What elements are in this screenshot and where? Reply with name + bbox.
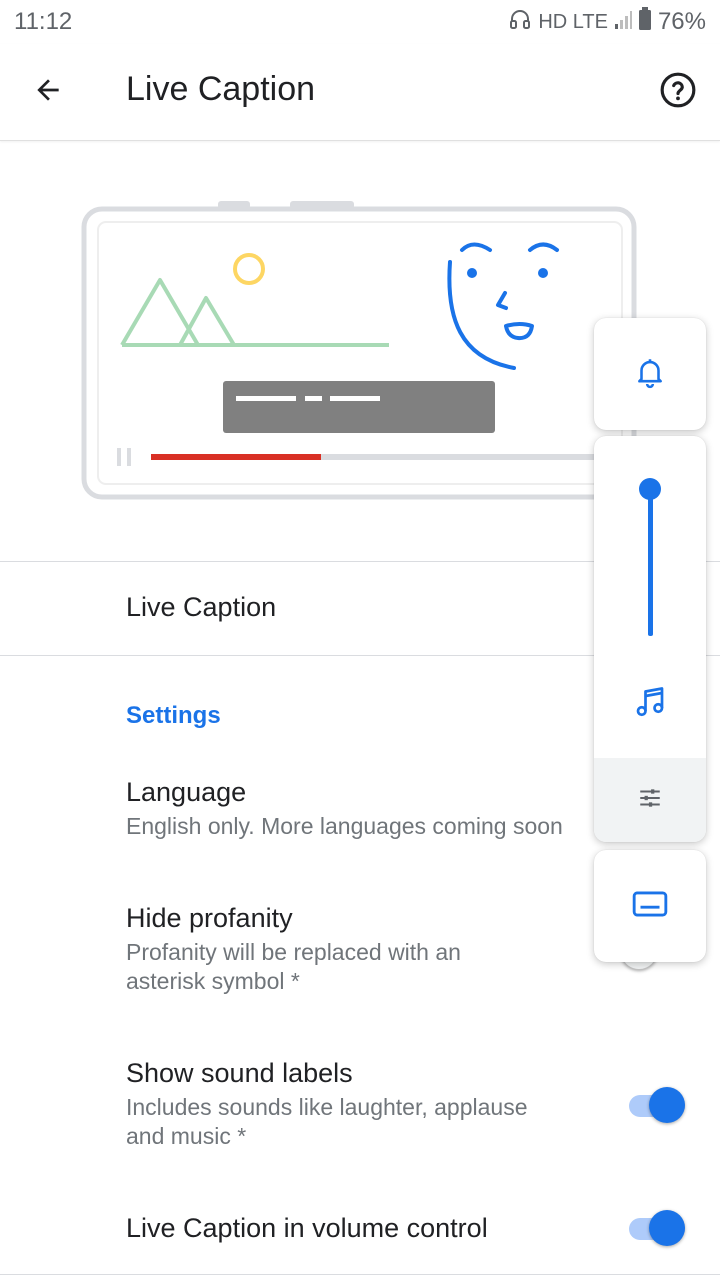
bell-icon bbox=[633, 355, 667, 394]
status-icons: HD LTE 76% bbox=[508, 7, 706, 37]
volume-control-title: Live Caption in volume control bbox=[126, 1213, 488, 1243]
language-summary: English only. More languages coming soon bbox=[126, 813, 563, 839]
language-preference[interactable]: Language English only. More languages co… bbox=[126, 776, 606, 841]
back-button[interactable] bbox=[22, 66, 74, 118]
battery-icon bbox=[638, 7, 652, 37]
sliders-icon bbox=[637, 785, 663, 816]
headphones-icon bbox=[508, 7, 532, 37]
volume-slider-thumb[interactable] bbox=[639, 478, 661, 500]
arrow-back-icon bbox=[32, 74, 64, 111]
media-volume-button[interactable] bbox=[594, 672, 706, 736]
live-caption-main-label: Live Caption bbox=[126, 592, 277, 622]
hide-profanity-summary: Profanity will be replaced with an aster… bbox=[126, 939, 461, 994]
settings-section-header: Settings bbox=[126, 702, 221, 729]
music-note-icon bbox=[632, 684, 668, 725]
sound-labels-summary: Includes sounds like laughter, applause … bbox=[126, 1094, 528, 1149]
help-circle-icon bbox=[659, 71, 697, 114]
volume-slider-track[interactable] bbox=[648, 488, 653, 636]
volume-settings-strip[interactable] bbox=[594, 758, 706, 842]
status-bar: 11:12 HD LTE 76% bbox=[0, 0, 720, 44]
signal-icon bbox=[614, 8, 632, 36]
toggle-thumb bbox=[649, 1210, 685, 1246]
toggle-thumb bbox=[649, 1087, 685, 1123]
volume-control-toggle[interactable] bbox=[627, 1208, 691, 1248]
language-title: Language bbox=[126, 777, 247, 807]
ringer-mode-button[interactable] bbox=[594, 318, 706, 430]
sound-labels-toggle[interactable] bbox=[627, 1085, 691, 1125]
captions-icon bbox=[631, 885, 669, 928]
sound-labels-preference[interactable]: Show sound labels Includes sounds like l… bbox=[126, 1057, 606, 1151]
divider bbox=[0, 1274, 720, 1275]
live-caption-panel bbox=[594, 850, 706, 962]
live-caption-quick-button[interactable] bbox=[594, 850, 706, 962]
hide-profanity-title: Hide profanity bbox=[126, 903, 293, 933]
page-title: Live Caption bbox=[126, 70, 316, 108]
volume-slider-panel bbox=[594, 436, 706, 842]
hide-profanity-preference[interactable]: Hide profanity Profanity will be replace… bbox=[126, 902, 606, 996]
network-label: HD LTE bbox=[538, 10, 608, 33]
volume-settings-button[interactable] bbox=[594, 758, 706, 842]
status-time: 11:12 bbox=[14, 8, 73, 35]
volume-control-preference[interactable]: Live Caption in volume control bbox=[126, 1212, 606, 1244]
help-button[interactable] bbox=[652, 66, 704, 118]
sound-labels-title: Show sound labels bbox=[126, 1058, 353, 1088]
app-bar: Live Caption bbox=[0, 44, 720, 141]
live-caption-illustration bbox=[80, 198, 640, 503]
ringer-mode-panel bbox=[594, 318, 706, 430]
battery-percent: 76% bbox=[657, 8, 706, 35]
